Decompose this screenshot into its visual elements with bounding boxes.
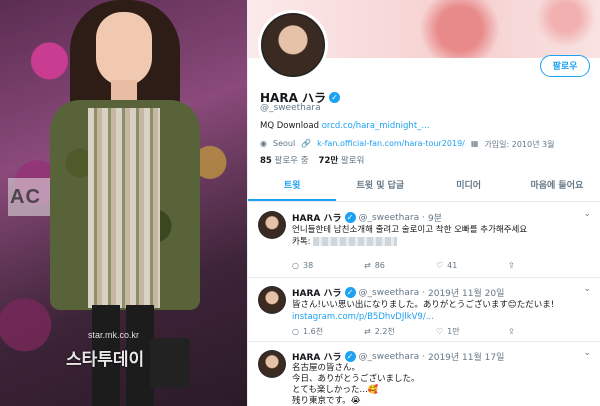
followers-count: 72만 [318,156,339,166]
tweet-time[interactable]: 2019년 11월 17일 [428,350,504,363]
tweet-text: 名古屋の皆さん。 今日、ありがとうございました。 とても楽しかった…🥰 残り東京… [292,363,420,406]
tweet-text: 언니들한테 남친소개해 줄려고 술로이고 착한 오빠를 추가해주세요 카톡: [292,224,592,248]
face [96,12,152,86]
retweet-button[interactable]: ⇄ 86 [364,261,436,270]
redacted-id [313,237,398,246]
tweet-handle[interactable]: @_sweethara [359,352,420,362]
verified-badge-icon: ✓ [344,287,356,298]
retweet-count: 86 [374,261,385,270]
tweet-handle[interactable]: @_sweethara [359,213,420,223]
like-count: 41 [447,261,458,270]
location-text: Seoul [272,139,296,148]
handbag [150,338,190,388]
tweet-separator: · [422,351,425,362]
tab-tweets[interactable]: 트윗 [248,172,337,201]
like-button[interactable]: ♡ 1만 [436,326,508,337]
link-icon: 🔗 [301,139,312,148]
tweet-header: HARA ハラ ✓ @_sweethara · 2019년 11월 20일 [292,286,504,299]
tweet-header: HARA ハラ ✓ @_sweethara · 9분 [292,211,442,224]
following-label: 팔로우 중 [274,156,309,166]
retweet-button[interactable]: ⇄ 2.2천 [364,326,436,337]
backdrop-text: AC [10,186,41,208]
tweet[interactable]: HARA ハラ ✓ @_sweethara · 2019년 11월 20일 ⌄ … [248,278,600,342]
like-button[interactable]: ♡ 41 [436,261,508,270]
follow-button[interactable]: 팔로우 [540,55,590,77]
bio-text: MQ Download [260,121,322,131]
profile-meta: ◉ Seoul 🔗 k-fan.official-fan.com/hara-to… [260,139,554,150]
tweet-separator: · [422,212,425,223]
tweet-text: 皆さん!いい思い出になりました。ありがとうございます😊ただいま! instagr… [292,299,592,323]
website-link[interactable]: k-fan.official-fan.com/hara-tour2019/ [317,139,465,150]
joined-date: 가입일: 2010년 3월 [484,140,555,149]
reply-count: 38 [302,261,314,270]
share-button[interactable]: ⇪ [508,261,580,270]
chevron-down-icon[interactable]: ⌄ [583,209,591,219]
celebrity-photo: AC star.mk.co.kr 스타투데이 [0,0,247,406]
followers-label: 팔로워 [340,156,365,166]
profile-tabs: 트윗 트윗 및 답글 미디어 마음에 들어요 [248,172,600,202]
tweet-text-content: 皆さん!いい思い出になりました。ありがとうございます😊ただいま! [292,300,555,310]
tweet-avatar[interactable] [258,286,286,314]
tweet-time[interactable]: 2019년 11월 20일 [428,286,504,299]
tweet-author-name[interactable]: HARA ハラ [292,350,342,363]
follow-counts: 85 팔로우 중 72만 팔로워 [260,154,364,166]
bio-link[interactable]: orcd.co/hara_midnight_... [322,121,430,131]
reply-icon: ○ [292,261,299,270]
watermark-logo: 스타투데이 [66,350,145,370]
retweet-count: 2.2천 [374,327,395,336]
tweet-avatar[interactable] [258,211,286,239]
heart-icon: ♡ [436,261,444,270]
twitter-profile-panel: 팔로우 HARA ハラ ✓ @_sweethara MQ Download or… [247,0,600,406]
verified-badge-icon: ✓ [344,212,356,223]
share-button[interactable]: ⇪ [508,326,580,337]
reply-button[interactable]: ○ 38 [292,261,364,270]
profile-avatar[interactable] [258,10,328,80]
tweet-actions: ○ 38 ⇄ 86 ♡ 41 ⇪ [292,261,580,270]
reply-count: 1.6천 [302,327,324,336]
tweet[interactable]: HARA ハラ ✓ @_sweethara · 2019년 11월 17일 ⌄ … [248,342,600,406]
chevron-down-icon[interactable]: ⌄ [583,348,591,358]
tweet-actions: ○ 1.6천 ⇄ 2.2천 ♡ 1만 ⇪ [292,326,580,337]
calendar-icon: ▦ [470,139,479,148]
tweet-author-name[interactable]: HARA ハラ [292,286,342,299]
tab-likes[interactable]: 마음에 들어요 [513,172,600,201]
location-icon: ◉ [260,139,267,148]
retweet-icon: ⇄ [364,261,371,270]
striped-dress [88,108,160,308]
tweet-time[interactable]: 9분 [428,211,442,224]
verified-badge-icon: ✓ [329,92,341,103]
following-count: 85 [260,156,272,166]
following-link[interactable]: 85 팔로우 중 [260,154,309,166]
tweet-header: HARA ハラ ✓ @_sweethara · 2019년 11월 17일 [292,350,504,363]
like-count: 1만 [447,327,460,336]
retweet-icon: ⇄ [364,327,371,336]
tweet-link[interactable]: instagram.com/p/B5DhvDJlkV9/... [292,312,434,322]
profile-bio: MQ Download orcd.co/hara_midnight_... [260,121,430,131]
tweet-avatar[interactable] [258,350,286,378]
tab-media[interactable]: 미디어 [425,172,513,201]
profile-handle: @_sweethara [260,103,321,113]
tweet[interactable]: HARA ハラ ✓ @_sweethara · 9분 ⌄ 언니들한테 남친소개해… [248,203,600,278]
verified-badge-icon: ✓ [344,351,356,362]
reply-button[interactable]: ○ 1.6천 [292,326,364,337]
share-icon: ⇪ [508,327,515,336]
reply-icon: ○ [292,327,299,336]
share-icon: ⇪ [508,261,515,270]
tweet-author-name[interactable]: HARA ハラ [292,211,342,224]
chevron-down-icon[interactable]: ⌄ [583,284,591,294]
tweet-separator: · [422,287,425,298]
followers-link[interactable]: 72만 팔로워 [319,154,365,166]
watermark-url: star.mk.co.kr [88,330,140,340]
heart-icon: ♡ [436,327,444,336]
tab-tweets-and-replies[interactable]: 트윗 및 답글 [336,172,424,201]
tweet-handle[interactable]: @_sweethara [359,288,420,298]
